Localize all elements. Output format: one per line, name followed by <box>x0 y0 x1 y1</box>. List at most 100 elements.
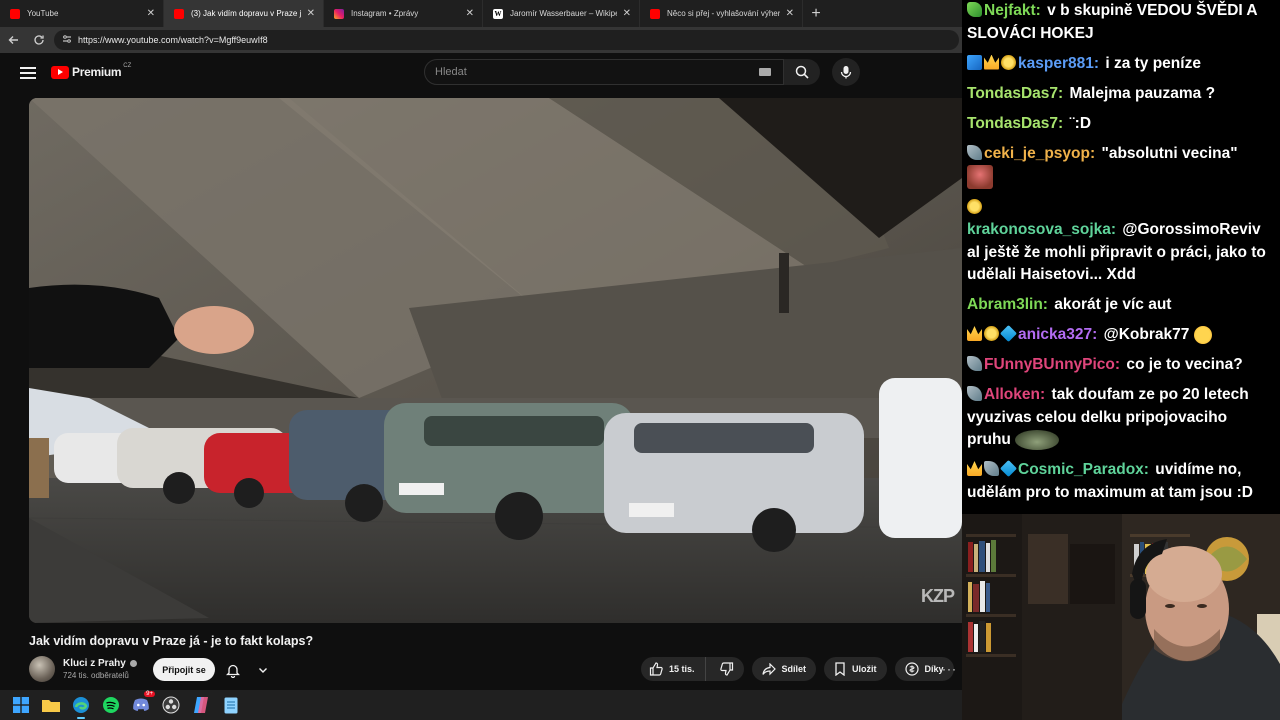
youtube-header: Premium CZ Hledat <box>0 53 962 93</box>
verified-icon <box>129 660 137 667</box>
thumbs-down-icon <box>719 662 733 676</box>
site-info-icon[interactable] <box>62 34 72 46</box>
chat-message: kasper881: i za ty peníze <box>967 53 1274 76</box>
video-player[interactable]: KZP <box>29 98 962 623</box>
webcam-overlay <box>962 514 1280 720</box>
webcam-image <box>962 514 1280 720</box>
rocket-badge-icon <box>967 386 982 401</box>
share-button[interactable]: Sdílet <box>751 657 817 681</box>
notepad-button[interactable] <box>220 694 242 716</box>
obs-icon <box>162 696 180 714</box>
stream-chat: Nejfakt: v b skupině VEDOU ŠVĚDI A SLOVÁ… <box>962 0 1280 514</box>
rocket-badge-icon <box>967 356 982 371</box>
menu-icon[interactable] <box>20 67 36 79</box>
notifications-button[interactable] <box>226 660 268 680</box>
chat-message: TondasDas7: Malejma pauzama ? <box>967 83 1274 106</box>
chat-message: Cosmic_Paradox: uvidíme no, udělám pro t… <box>967 459 1274 504</box>
tab-instagram[interactable]: Instagram • Zprávy ✕ <box>324 0 483 27</box>
browser-window: YouTube ✕ (3) Jak vidím dopravu v Praze … <box>0 0 962 690</box>
search-input[interactable]: Hledat <box>424 59 784 85</box>
crown-badge-icon <box>984 54 999 70</box>
chat-username[interactable]: TondasDas7: <box>967 115 1063 132</box>
tab-youtube[interactable]: YouTube ✕ <box>0 0 164 27</box>
chat-text: "absolutni vecina" <box>1101 144 1238 162</box>
edge-icon <box>73 697 89 713</box>
url-text: https://www.youtube.com/watch?v=Mgff9euw… <box>78 35 268 45</box>
url-field[interactable]: https://www.youtube.com/watch?v=Mgff9euw… <box>54 30 959 50</box>
start-button[interactable] <box>10 694 32 716</box>
chat-username[interactable]: Abram3lin: <box>967 296 1048 313</box>
share-icon <box>761 662 776 675</box>
file-explorer-button[interactable] <box>40 694 62 716</box>
chat-message: Alloken: tak doufam ze po 20 letech vyuz… <box>967 384 1274 452</box>
chat-text: @Kobrak77 <box>1103 326 1190 343</box>
chat-text: co je to vecina? <box>1126 356 1243 373</box>
youtube-favicon-icon <box>174 8 184 19</box>
youtube-play-icon <box>51 65 69 79</box>
tab-current-video[interactable]: (3) Jak vidím dopravu v Praze já - j ✕ <box>164 0 324 27</box>
chat-username[interactable]: Nejfakt: <box>984 2 1041 19</box>
screen: YouTube ✕ (3) Jak vidím dopravu v Praze … <box>0 0 1280 720</box>
channel-avatar[interactable] <box>29 656 55 682</box>
channel-info[interactable]: Kluci z Prahy 724 tis. odběratelů <box>29 656 137 682</box>
crown-badge-icon <box>967 326 982 341</box>
grin-emoji-icon <box>1193 325 1212 344</box>
video-actions: 15 tis. Sdílet Uložit Díky <box>641 657 954 681</box>
close-icon[interactable]: ✕ <box>623 8 631 19</box>
chat-username[interactable]: ceki_je_psyop: <box>984 145 1095 162</box>
channel-name[interactable]: Kluci z Prahy <box>63 658 126 669</box>
chat-message: FUnnyBUnnyPico: co je to vecina? <box>967 354 1274 377</box>
search-button[interactable] <box>784 59 820 85</box>
save-button[interactable]: Uložit <box>824 657 887 681</box>
reload-button[interactable] <box>28 29 50 51</box>
chat-username[interactable]: FUnnyBUnnyPico: <box>984 356 1120 373</box>
tab-label: Jaromír Wasserbauer – Wikipedie <box>510 9 617 18</box>
video-title: Jak vidím dopravu v Praze já - je to fak… <box>29 634 314 648</box>
discord-button[interactable]: 9+ <box>130 691 155 716</box>
tab-neco-si-prej[interactable]: Něco si přej - vyhlašování výherců ✕ <box>640 0 803 27</box>
tab-label: Instagram • Zprávy <box>351 9 419 18</box>
chat-username[interactable]: Alloken: <box>984 386 1045 403</box>
tab-strip: YouTube ✕ (3) Jak vidím dopravu v Praze … <box>0 0 962 27</box>
chat-username[interactable]: TondasDas7: <box>967 85 1063 102</box>
instagram-favicon-icon <box>334 8 344 19</box>
join-button[interactable]: Připojit se <box>153 658 215 681</box>
crown-badge-icon <box>967 461 982 476</box>
copilot-icon <box>194 697 208 713</box>
search-icon <box>795 65 809 79</box>
new-tab-button[interactable]: + <box>803 0 829 27</box>
keyboard-icon[interactable] <box>759 68 771 76</box>
chat-username[interactable]: anicka327: <box>1018 326 1097 343</box>
logo-country: CZ <box>123 63 132 69</box>
spotify-button[interactable] <box>100 694 122 716</box>
wikipedia-favicon-icon: W <box>493 8 503 19</box>
close-icon[interactable]: ✕ <box>307 8 315 19</box>
youtube-premium-logo[interactable]: Premium CZ <box>51 63 132 79</box>
like-button[interactable]: 15 tis. <box>649 657 706 681</box>
chat-message: Abram3lin: akorát je víc aut <box>967 294 1274 317</box>
chat-username[interactable]: kasper881: <box>1018 55 1099 72</box>
dislike-button[interactable] <box>706 657 744 681</box>
voice-search-button[interactable] <box>832 58 860 86</box>
close-icon[interactable]: ✕ <box>147 8 155 19</box>
address-bar: https://www.youtube.com/watch?v=Mgff9euw… <box>0 27 962 53</box>
more-actions-button[interactable]: ··· <box>942 662 957 676</box>
chat-text: ¨:D <box>1069 114 1092 132</box>
frog-emote-icon <box>1015 429 1060 450</box>
back-button[interactable] <box>3 29 25 51</box>
chat-username[interactable]: krakonosova_sojka: <box>967 221 1116 238</box>
copilot-button[interactable] <box>190 694 212 716</box>
like-dislike-group: 15 tis. <box>641 657 744 681</box>
chat-message: Nejfakt: v b skupině VEDOU ŠVĚDI A SLOVÁ… <box>967 0 1274 45</box>
close-icon[interactable]: ✕ <box>786 8 794 19</box>
steam-button[interactable] <box>160 694 182 716</box>
edge-button[interactable] <box>70 694 92 719</box>
chat-username[interactable]: Cosmic_Paradox: <box>1018 461 1149 478</box>
close-icon[interactable]: ✕ <box>466 8 474 19</box>
discord-icon <box>133 698 149 711</box>
youtube-favicon-icon <box>650 8 660 19</box>
chat-message: ceki_je_psyop: "absolutni vecina" <box>967 143 1274 189</box>
coin-badge-icon <box>984 326 999 341</box>
tab-wikipedia[interactable]: W Jaromír Wasserbauer – Wikipedie ✕ <box>483 0 640 27</box>
bookmark-icon <box>835 662 845 676</box>
